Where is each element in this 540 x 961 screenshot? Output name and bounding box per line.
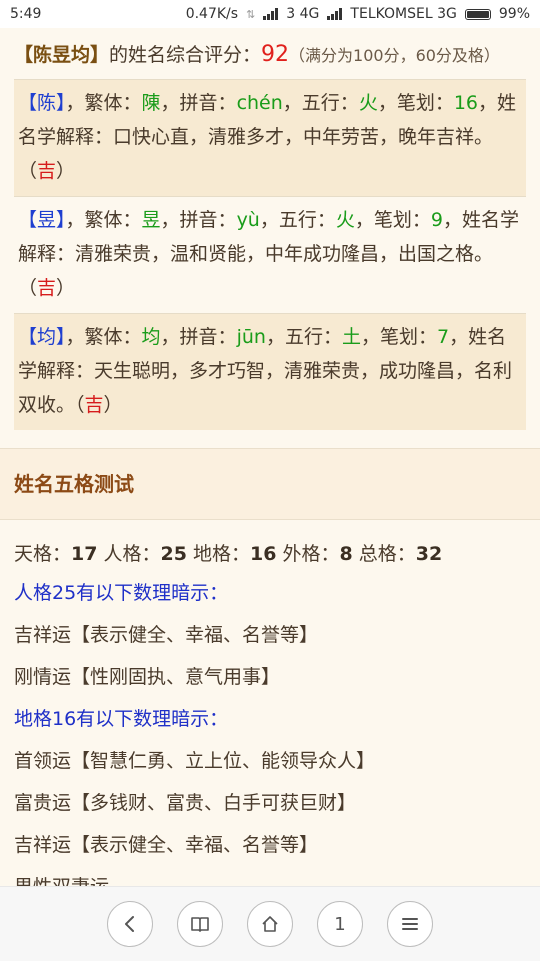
name-score: 【陈昱均】的姓名综合评分：92（满分为100分，60分及格） [0, 28, 540, 79]
close-paren: ） [56, 277, 76, 299]
char-label: 【陈】 [18, 92, 66, 114]
strokes-label: ，笔划： [377, 92, 454, 114]
signal-icon [263, 8, 279, 20]
strokes-value: 7 [436, 326, 450, 348]
bookmarks-button[interactable] [177, 901, 223, 947]
pinyin-label: ，拼音： [160, 326, 237, 348]
fortune-line: 首领运【智慧仁勇、立上位、能领导众人】 [14, 750, 376, 772]
name-bracket: 【陈昱均】 [14, 44, 110, 66]
browser-toolbar: 1 [0, 886, 540, 961]
wuxing-value: 土 [341, 326, 361, 348]
char-info-0: 【陈】，繁体：陳，拼音：chén，五行：火，笔划：16，姓名学解释：口快心直，清… [14, 79, 526, 196]
score-label: 的姓名综合评分： [109, 44, 262, 66]
fortune-line: 吉祥运【表示健全、幸福、名誉等】 [14, 834, 319, 856]
trad-label: ，繁体： [65, 326, 142, 348]
fortune-line: 男性双妻运 [0, 866, 540, 886]
sim1-label: 3 4G [286, 6, 320, 22]
signal-icon-2 [327, 8, 343, 20]
chevron-left-icon [125, 916, 134, 932]
section-title: 姓名五格测试 [0, 448, 540, 520]
strokes-value: 16 [453, 92, 479, 114]
strokes-label: ，笔划： [360, 326, 437, 348]
tian-value: 17 [71, 543, 98, 565]
char-label: 【昱】 [18, 209, 66, 231]
luck-value: 吉 [84, 394, 104, 416]
status-time: 5:49 [10, 6, 42, 22]
hint-line: 地格16有以下数理暗示： [14, 708, 229, 730]
fortune-line: 富贵运【多钱财、富贵、白手可获巨财】 [14, 792, 357, 814]
pinyin-value: yù [236, 209, 260, 231]
back-button[interactable] [107, 901, 153, 947]
pinyin-label: ，拼音： [160, 209, 237, 231]
data-arrows-icon: ⇅ [246, 7, 256, 21]
menu-button[interactable] [387, 901, 433, 947]
battery-icon [464, 8, 491, 20]
tab-count: 1 [334, 913, 346, 935]
hint-line: 人格25有以下数理暗示： [14, 582, 229, 604]
page-content[interactable]: 【陈昱均】的姓名综合评分：92（满分为100分，60分及格） 【陈】，繁体：陳，… [0, 28, 540, 886]
wai-value: 8 [339, 543, 353, 565]
pinyin-value: jūn [236, 326, 266, 348]
fortune-line: 吉祥运【表示健全、幸福、名誉等】 [14, 624, 319, 646]
network-speed: 0.47K/s [185, 6, 239, 22]
trad-char: 均 [141, 326, 161, 348]
close-paren: ） [56, 160, 76, 182]
pinyin-value: chén [236, 92, 283, 114]
char-info-2: 【均】，繁体：均，拼音：jūn，五行：土，笔划：7，姓名学解释：天生聪明，多才巧… [14, 313, 526, 430]
pinyin-label: ，拼音： [160, 92, 237, 114]
zong-label: 总格： [352, 543, 416, 565]
wuxing-value: 火 [358, 92, 378, 114]
tian-label: 天格： [14, 543, 72, 565]
ren-value: 25 [160, 543, 187, 565]
char-info-1: 【昱】，繁体：昱，拼音：yù，五行：火，笔划：9，姓名学解释：清雅荣贵，温和贤能… [14, 196, 526, 313]
fortune-line: 刚情运【性刚固执、意气用事】 [14, 666, 281, 688]
trad-label: ，繁体： [65, 209, 142, 231]
trad-char: 陳 [141, 92, 161, 114]
wuxing-label: ，五行： [265, 326, 342, 348]
carrier-label: TELKOMSEL 3G [350, 6, 457, 22]
wuxing-value: 火 [335, 209, 355, 231]
menu-icon [402, 918, 418, 930]
luck-value: 吉 [37, 277, 57, 299]
wuxing-label: ，五行： [259, 209, 336, 231]
close-paren: ） [103, 394, 123, 416]
home-button[interactable] [247, 901, 293, 947]
status-right: 0.47K/s ⇅ 3 4G TELKOMSEL 3G 99% [186, 6, 530, 22]
status-bar: 5:49 0.47K/s ⇅ 3 4G TELKOMSEL 3G 99% [0, 0, 540, 28]
trad-char: 昱 [141, 209, 161, 231]
wuxing-label: ，五行： [282, 92, 359, 114]
battery-percent: 99% [498, 6, 530, 22]
tabs-button[interactable]: 1 [317, 901, 363, 947]
home-icon [262, 916, 278, 932]
score-note: （满分为100分，60分及格） [289, 46, 500, 65]
wai-label: 外格： [276, 543, 340, 565]
strokes-label: ，笔划： [354, 209, 431, 231]
score-value: 92 [261, 42, 290, 67]
zong-value: 32 [415, 543, 443, 565]
char-label: 【均】 [18, 326, 66, 348]
book-icon [191, 917, 209, 932]
ren-label: 人格： [97, 543, 161, 565]
trad-label: ，繁体： [65, 92, 142, 114]
di-value: 16 [250, 543, 277, 565]
wuge-summary: 天格：17 人格：25 地格：16 外格：8 总格：32 [0, 520, 540, 572]
strokes-value: 9 [430, 209, 443, 231]
di-label: 地格： [186, 543, 251, 565]
luck-value: 吉 [37, 160, 57, 182]
